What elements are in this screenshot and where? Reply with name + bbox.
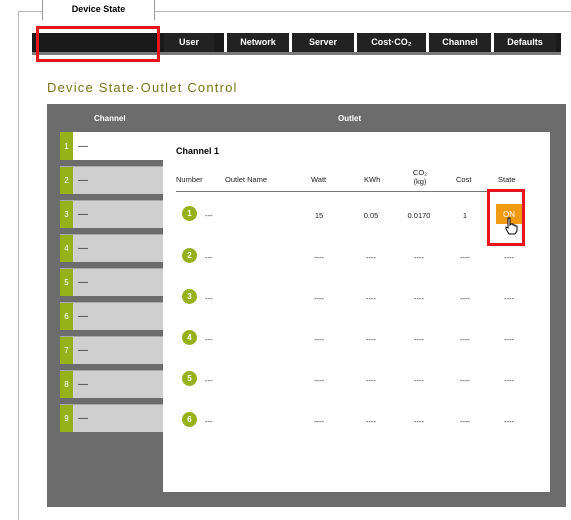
kwh-cell: ---- bbox=[366, 376, 376, 385]
channel-number: 9 bbox=[60, 405, 73, 432]
channel-name: — bbox=[78, 345, 88, 356]
channel-number: 5 bbox=[60, 269, 73, 296]
channel-number: 8 bbox=[60, 371, 73, 398]
co2-cell: 0.0170 bbox=[407, 211, 431, 220]
outlet-number-badge: 3 bbox=[182, 289, 197, 304]
watt-cell: ---- bbox=[314, 294, 324, 303]
outlet-name-cell: --- bbox=[205, 294, 213, 303]
cost-cell: 1 bbox=[462, 211, 468, 220]
channel-name: — bbox=[78, 277, 88, 288]
channel-name: — bbox=[78, 243, 88, 254]
tab-channel[interactable]: Channel bbox=[429, 33, 491, 52]
page-title: Device State·Outlet Control bbox=[47, 80, 238, 95]
channel-name: — bbox=[78, 209, 88, 220]
kwh-cell: ---- bbox=[366, 417, 376, 426]
channel-item-4[interactable]: 4 — bbox=[60, 234, 163, 262]
column-kwh: KWh bbox=[364, 175, 381, 184]
co2-cell: ---- bbox=[414, 253, 424, 262]
state-cell: ---- bbox=[504, 335, 514, 344]
co2-cell: ---- bbox=[414, 294, 424, 303]
channel-name: — bbox=[78, 175, 88, 186]
tab-server[interactable]: Server bbox=[292, 33, 354, 52]
channel-number: 3 bbox=[60, 201, 73, 228]
channel-item-9[interactable]: 9 — bbox=[60, 404, 163, 432]
channel-name: — bbox=[78, 140, 88, 152]
outlet-name-cell: --- bbox=[205, 253, 213, 262]
column-co2-unit: (kg) bbox=[413, 177, 427, 186]
channel-name: — bbox=[78, 379, 88, 390]
channel-number: 2 bbox=[60, 167, 73, 194]
outlet-number-badge: 5 bbox=[182, 371, 197, 386]
state-cell: ---- bbox=[504, 253, 514, 262]
co2-cell: ---- bbox=[414, 335, 424, 344]
state-cell: ---- bbox=[504, 417, 514, 426]
channel-name: — bbox=[78, 413, 88, 424]
cost-cell: ---- bbox=[460, 294, 470, 303]
outlet-number-badge: 2 bbox=[182, 248, 197, 263]
state-cell: ---- bbox=[504, 294, 514, 303]
watt-cell: ---- bbox=[314, 417, 324, 426]
channel-number: 4 bbox=[60, 235, 73, 262]
channel-item-2[interactable]: 2 — bbox=[60, 166, 163, 194]
outlet-number-badge: 6 bbox=[182, 412, 197, 427]
column-watt: Watt bbox=[311, 175, 327, 184]
watt-cell: ---- bbox=[314, 376, 324, 385]
column-outlet-name: Outlet Name bbox=[225, 175, 268, 184]
tab-cost-co2[interactable]: Cost·CO₂ bbox=[357, 33, 426, 52]
hand-pointer-icon bbox=[505, 217, 518, 235]
tab-defaults[interactable]: Defaults bbox=[494, 33, 556, 52]
outlet-name-cell: --- bbox=[205, 376, 213, 385]
watt-cell: ---- bbox=[314, 335, 324, 344]
cost-cell: ---- bbox=[460, 417, 470, 426]
kwh-cell: ---- bbox=[366, 253, 376, 262]
watt-cell: 15 bbox=[314, 211, 324, 220]
column-co2-label: CO₂ bbox=[412, 168, 428, 177]
cost-cell: ---- bbox=[460, 335, 470, 344]
channel-item-5[interactable]: 5 — bbox=[60, 268, 163, 296]
channel-item-8[interactable]: 8 — bbox=[60, 370, 163, 398]
header-divider bbox=[176, 191, 521, 192]
channel-title: Channel 1 bbox=[176, 146, 220, 156]
channel-item-6[interactable]: 6 — bbox=[60, 302, 163, 330]
column-number: Number bbox=[176, 175, 203, 184]
column-cost: Cost bbox=[456, 175, 472, 184]
channel-item-1[interactable]: 1 — bbox=[60, 132, 170, 160]
outlet-name-cell: --- bbox=[205, 335, 213, 344]
column-co2: CO₂ (kg) bbox=[405, 168, 435, 186]
tab-device-state[interactable]: Device State bbox=[42, 0, 155, 20]
kwh-cell: 0.05 bbox=[363, 211, 379, 220]
channel-name: — bbox=[78, 311, 88, 322]
outlet-column-header: Outlet bbox=[338, 114, 362, 123]
channel-number: 1 bbox=[60, 132, 73, 160]
channel-number: 7 bbox=[60, 337, 73, 364]
channel-column-header: Channel bbox=[94, 114, 126, 123]
kwh-cell: ---- bbox=[366, 294, 376, 303]
outlet-number-badge: 1 bbox=[182, 206, 197, 221]
tab-user[interactable]: User bbox=[164, 33, 214, 52]
tab-network[interactable]: Network bbox=[227, 33, 289, 52]
outlet-name-cell: --- bbox=[205, 211, 213, 220]
co2-cell: ---- bbox=[414, 376, 424, 385]
outlet-number-badge: 4 bbox=[182, 330, 197, 345]
co2-cell: ---- bbox=[414, 417, 424, 426]
cost-cell: ---- bbox=[460, 253, 470, 262]
channel-item-3[interactable]: 3 — bbox=[60, 200, 163, 228]
channel-number: 6 bbox=[60, 303, 73, 330]
outlet-area bbox=[163, 132, 550, 492]
kwh-cell: ---- bbox=[366, 335, 376, 344]
column-state: State bbox=[498, 175, 516, 184]
channel-item-7[interactable]: 7 — bbox=[60, 336, 163, 364]
cost-cell: ---- bbox=[460, 376, 470, 385]
outlet-name-cell: --- bbox=[205, 417, 213, 426]
state-cell: ---- bbox=[504, 376, 514, 385]
watt-cell: ---- bbox=[314, 253, 324, 262]
